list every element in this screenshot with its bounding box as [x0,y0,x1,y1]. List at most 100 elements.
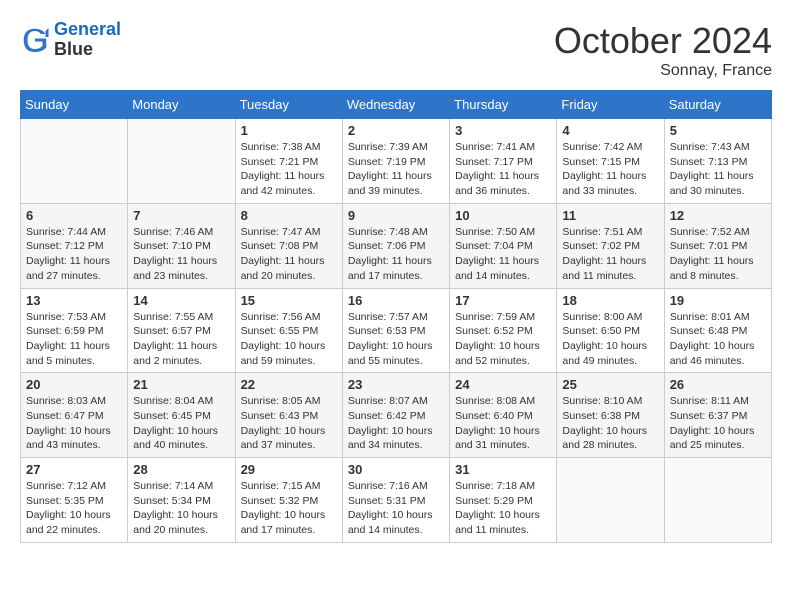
day-number: 7 [133,208,229,223]
day-number: 26 [670,377,766,392]
day-info: Sunrise: 7:57 AMSunset: 6:53 PMDaylight:… [348,310,444,369]
day-of-week-header: Saturday [664,91,771,119]
day-number: 31 [455,462,551,477]
calendar-cell: 6 Sunrise: 7:44 AMSunset: 7:12 PMDaylight… [21,203,128,288]
title-section: October 2024 Sonnay, France [554,20,772,80]
day-info: Sunrise: 7:44 AMSunset: 7:12 PMDaylight:… [26,225,122,284]
day-number: 28 [133,462,229,477]
day-info: Sunrise: 7:43 AMSunset: 7:13 PMDaylight:… [670,140,766,199]
day-info: Sunrise: 7:16 AMSunset: 5:31 PMDaylight:… [348,479,444,538]
day-number: 17 [455,293,551,308]
calendar-cell: 16 Sunrise: 7:57 AMSunset: 6:53 PMDayligh… [342,288,449,373]
calendar-cell: 8 Sunrise: 7:47 AMSunset: 7:08 PMDaylight… [235,203,342,288]
day-of-week-header: Wednesday [342,91,449,119]
day-info: Sunrise: 7:48 AMSunset: 7:06 PMDaylight:… [348,225,444,284]
day-number: 5 [670,123,766,138]
day-number: 21 [133,377,229,392]
calendar-cell: 4 Sunrise: 7:42 AMSunset: 7:15 PMDaylight… [557,119,664,204]
day-info: Sunrise: 7:53 AMSunset: 6:59 PMDaylight:… [26,310,122,369]
day-info: Sunrise: 8:05 AMSunset: 6:43 PMDaylight:… [241,394,337,453]
day-number: 19 [670,293,766,308]
calendar-week-row: 20 Sunrise: 8:03 AMSunset: 6:47 PMDayligh… [21,373,772,458]
day-number: 24 [455,377,551,392]
day-number: 25 [562,377,658,392]
calendar-cell: 20 Sunrise: 8:03 AMSunset: 6:47 PMDayligh… [21,373,128,458]
day-info: Sunrise: 7:47 AMSunset: 7:08 PMDaylight:… [241,225,337,284]
day-number: 16 [348,293,444,308]
calendar-cell: 2Sunrise: 7:39 AMSunset: 7:19 PMDaylight… [342,119,449,204]
day-number: 18 [562,293,658,308]
calendar-cell: 1 Sunrise: 7:38 AMSunset: 7:21 PMDaylight… [235,119,342,204]
calendar-cell: 18Sunrise: 8:00 AMSunset: 6:50 PMDayligh… [557,288,664,373]
calendar-cell: 19 Sunrise: 8:01 AMSunset: 6:48 PMDayligh… [664,288,771,373]
day-info: Sunrise: 8:01 AMSunset: 6:48 PMDaylight:… [670,310,766,369]
day-info: Sunrise: 8:04 AMSunset: 6:45 PMDaylight:… [133,394,229,453]
day-info: Sunrise: 8:11 AMSunset: 6:37 PMDaylight:… [670,394,766,453]
day-number: 6 [26,208,122,223]
day-info: Sunrise: 8:10 AMSunset: 6:38 PMDaylight:… [562,394,658,453]
day-of-week-header: Monday [128,91,235,119]
calendar-cell: 30 Sunrise: 7:16 AMSunset: 5:31 PMDayligh… [342,458,449,543]
day-number: 29 [241,462,337,477]
day-number: 15 [241,293,337,308]
calendar-cell: 31Sunrise: 7:18 AMSunset: 5:29 PMDayligh… [450,458,557,543]
day-number: 20 [26,377,122,392]
day-number: 22 [241,377,337,392]
day-number: 4 [562,123,658,138]
day-info: Sunrise: 7:14 AMSunset: 5:34 PMDaylight:… [133,479,229,538]
calendar-cell: 9 Sunrise: 7:48 AMSunset: 7:06 PMDaylight… [342,203,449,288]
day-info: Sunrise: 7:15 AMSunset: 5:32 PMDaylight:… [241,479,337,538]
day-info: Sunrise: 7:41 AMSunset: 7:17 PMDaylight:… [455,140,551,199]
day-number: 27 [26,462,122,477]
day-number: 12 [670,208,766,223]
day-info: Sunrise: 7:51 AMSunset: 7:02 PMDaylight:… [562,225,658,284]
calendar-cell: 26 Sunrise: 8:11 AMSunset: 6:37 PMDayligh… [664,373,771,458]
day-info: Sunrise: 7:56 AMSunset: 6:55 PMDaylight:… [241,310,337,369]
day-of-week-header: Sunday [21,91,128,119]
day-of-week-header: Tuesday [235,91,342,119]
calendar-cell: 13 Sunrise: 7:53 AMSunset: 6:59 PMDayligh… [21,288,128,373]
calendar-cell: 27 Sunrise: 7:12 AMSunset: 5:35 PMDayligh… [21,458,128,543]
calendar-cell: 7 Sunrise: 7:46 AMSunset: 7:10 PMDaylight… [128,203,235,288]
day-info: Sunrise: 7:55 AMSunset: 6:57 PMDaylight:… [133,310,229,369]
calendar-week-row: 1 Sunrise: 7:38 AMSunset: 7:21 PMDaylight… [21,119,772,204]
day-number: 30 [348,462,444,477]
month-title: October 2024 [554,20,772,62]
day-info: Sunrise: 8:07 AMSunset: 6:42 PMDaylight:… [348,394,444,453]
calendar-cell: 12 Sunrise: 7:52 AMSunset: 7:01 PMDayligh… [664,203,771,288]
day-number: 9 [348,208,444,223]
day-number: 10 [455,208,551,223]
day-number: 23 [348,377,444,392]
day-of-week-header: Friday [557,91,664,119]
calendar-week-row: 27 Sunrise: 7:12 AMSunset: 5:35 PMDayligh… [21,458,772,543]
day-info: Sunrise: 7:42 AMSunset: 7:15 PMDaylight:… [562,140,658,199]
day-number: 1 [241,123,337,138]
logo-text: General Blue [54,20,121,60]
day-number: 8 [241,208,337,223]
calendar-cell: 5 Sunrise: 7:43 AMSunset: 7:13 PMDaylight… [664,119,771,204]
calendar-cell [557,458,664,543]
calendar-cell: 23 Sunrise: 8:07 AMSunset: 6:42 PMDayligh… [342,373,449,458]
day-info: Sunrise: 7:50 AMSunset: 7:04 PMDaylight:… [455,225,551,284]
day-info: Sunrise: 7:38 AMSunset: 7:21 PMDaylight:… [241,140,337,199]
day-number: 13 [26,293,122,308]
calendar-cell [664,458,771,543]
day-number: 11 [562,208,658,223]
day-info: Sunrise: 7:39 AMSunset: 7:19 PMDaylight:… [348,140,444,199]
day-info: Sunrise: 8:03 AMSunset: 6:47 PMDaylight:… [26,394,122,453]
day-info: Sunrise: 7:12 AMSunset: 5:35 PMDaylight:… [26,479,122,538]
calendar-cell: 15 Sunrise: 7:56 AMSunset: 6:55 PMDayligh… [235,288,342,373]
calendar-cell [128,119,235,204]
calendar-cell: 24 Sunrise: 8:08 AMSunset: 6:40 PMDayligh… [450,373,557,458]
calendar-week-row: 6 Sunrise: 7:44 AMSunset: 7:12 PMDaylight… [21,203,772,288]
logo-icon [20,25,50,55]
location-subtitle: Sonnay, France [554,62,772,80]
day-info: Sunrise: 7:59 AMSunset: 6:52 PMDaylight:… [455,310,551,369]
calendar-cell: 3Sunrise: 7:41 AMSunset: 7:17 PMDaylight… [450,119,557,204]
calendar-cell [21,119,128,204]
calendar-cell: 14Sunrise: 7:55 AMSunset: 6:57 PMDayligh… [128,288,235,373]
calendar-cell: 11 Sunrise: 7:51 AMSunset: 7:02 PMDayligh… [557,203,664,288]
day-info: Sunrise: 8:08 AMSunset: 6:40 PMDaylight:… [455,394,551,453]
day-info: Sunrise: 7:46 AMSunset: 7:10 PMDaylight:… [133,225,229,284]
day-info: Sunrise: 7:52 AMSunset: 7:01 PMDaylight:… [670,225,766,284]
